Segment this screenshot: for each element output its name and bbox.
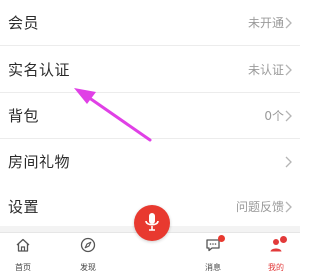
chevron-right-icon: [285, 110, 292, 121]
menu-item-vip[interactable]: 会员 未开通: [0, 0, 300, 46]
home-icon: [16, 238, 30, 252]
tab-messages[interactable]: 消息: [188, 233, 238, 275]
menu-item-value: 未开通: [247, 16, 284, 30]
menu-item-label: 会员: [8, 14, 40, 32]
unread-dot: [218, 235, 225, 242]
tab-discover[interactable]: 发现: [63, 233, 113, 275]
menu-item-label: 房间礼物: [8, 153, 71, 171]
menu-item-value: 未认证: [247, 63, 284, 77]
tab-label: 我的: [268, 263, 284, 272]
menu-item-room-gifts[interactable]: 房间礼物: [0, 139, 300, 185]
chevron-right-icon: [285, 201, 292, 212]
menu-item-real-name-verification[interactable]: 实名认证 未认证: [0, 47, 300, 93]
notification-dot: [280, 236, 287, 243]
menu-item-backpack[interactable]: 背包 0个: [0, 93, 300, 139]
menu-item-value: 0个: [264, 109, 284, 123]
chevron-right-icon: [285, 17, 292, 28]
microphone-icon: [145, 213, 159, 231]
tab-home[interactable]: 首页: [0, 233, 48, 275]
tab-mine[interactable]: 我的: [251, 233, 301, 275]
menu-item-label: 背包: [8, 107, 40, 125]
tab-label: 首页: [15, 263, 31, 272]
chevron-right-icon: [285, 64, 292, 75]
tab-label: 消息: [205, 263, 221, 272]
chevron-right-icon: [285, 156, 292, 167]
menu-item-value: 问题反馈: [235, 200, 284, 214]
menu-item-label: 实名认证: [8, 61, 71, 79]
tab-label: 发现: [80, 263, 96, 272]
microphone-button[interactable]: [134, 205, 170, 241]
menu-item-label: 设置: [8, 198, 40, 216]
compass-icon: [80, 237, 96, 253]
